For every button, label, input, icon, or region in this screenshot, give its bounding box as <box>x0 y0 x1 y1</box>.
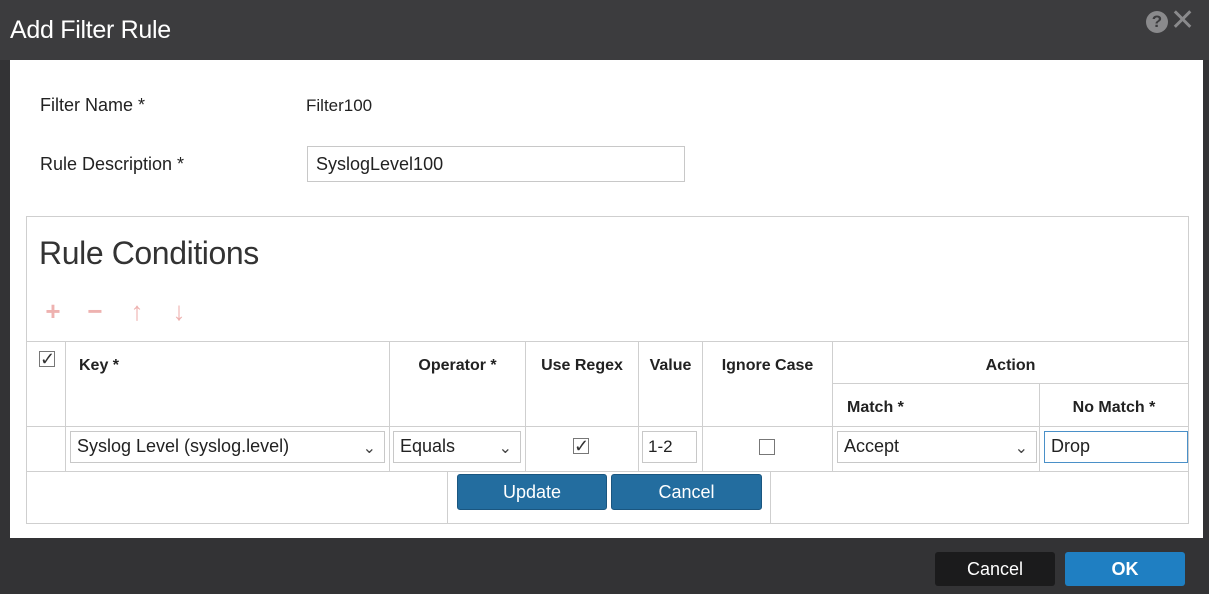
grid-col-line <box>65 341 66 471</box>
chevron-down-icon: ⌄ <box>1014 440 1028 457</box>
grid-btn-divider <box>447 471 448 524</box>
rule-description-input[interactable] <box>307 146 685 182</box>
header-no-match: No Match * <box>1072 399 1156 416</box>
filter-name-value: Filter100 <box>306 96 373 115</box>
row-cancel-button[interactable]: Cancel <box>611 474 762 510</box>
filter-name-label: Filter Name * <box>40 95 146 115</box>
grid-col-line <box>1039 383 1040 471</box>
match-select[interactable]: Accept ⌄ <box>837 431 1037 463</box>
grid-btn-divider <box>770 471 771 524</box>
select-all-checkbox[interactable]: ✓ <box>39 350 55 368</box>
cancel-button[interactable]: Cancel <box>935 552 1055 586</box>
grid-header-bottom <box>27 426 1188 427</box>
dialog-title: Add Filter Rule <box>10 16 171 44</box>
header-key: Key * <box>79 357 120 374</box>
add-condition-icon[interactable]: + <box>41 298 65 324</box>
help-icon[interactable]: ? <box>1146 11 1168 33</box>
header-action: Action <box>985 357 1036 374</box>
header-value: Value <box>649 357 692 374</box>
rule-description-label: Rule Description * <box>40 154 185 174</box>
use-regex-checkbox[interactable]: ✓ <box>573 437 589 455</box>
move-up-icon[interactable]: ↑ <box>125 298 149 324</box>
rule-conditions-title: Rule Conditions <box>39 235 259 271</box>
value-input[interactable] <box>642 431 697 463</box>
key-select-value: Syslog Level (syslog.level) <box>77 436 290 456</box>
ignore-case-checkbox[interactable] <box>759 439 775 455</box>
close-icon[interactable]: ✕ <box>1170 6 1195 36</box>
grid-row-bottom <box>27 471 1188 472</box>
chevron-down-icon: ⌄ <box>362 440 376 457</box>
dialog-titlebar: Add Filter Rule ? ✕ <box>0 0 1209 60</box>
key-select[interactable]: Syslog Level (syslog.level) ⌄ <box>70 431 385 463</box>
header-operator: Operator * <box>418 357 497 374</box>
no-match-select-value: Drop <box>1051 436 1091 456</box>
grid-header-top <box>27 341 1188 342</box>
add-filter-rule-dialog: Add Filter Rule ? ✕ Filter Name * Filter… <box>0 0 1209 594</box>
operator-select-value: Equals <box>400 436 456 456</box>
dialog-body: Filter Name * Filter100 Rule Description… <box>10 60 1203 538</box>
header-match: Match * <box>847 399 904 416</box>
match-select-value: Accept <box>844 436 900 456</box>
rule-conditions-panel: Rule Conditions + − ↑ ↓ ✓ Key * Operator… <box>26 216 1189 524</box>
header-use-regex: Use Regex <box>541 357 623 374</box>
chevron-down-icon: ⌄ <box>498 440 512 457</box>
update-button[interactable]: Update <box>457 474 607 510</box>
move-down-icon[interactable]: ↓ <box>167 298 191 324</box>
ok-button[interactable]: OK <box>1065 552 1185 586</box>
grid-action-divider <box>832 383 1188 384</box>
no-match-select[interactable]: Drop <box>1044 431 1188 463</box>
header-ignore-case: Ignore Case <box>721 357 814 374</box>
operator-select[interactable]: Equals ⌄ <box>393 431 521 463</box>
remove-condition-icon[interactable]: − <box>83 298 107 324</box>
